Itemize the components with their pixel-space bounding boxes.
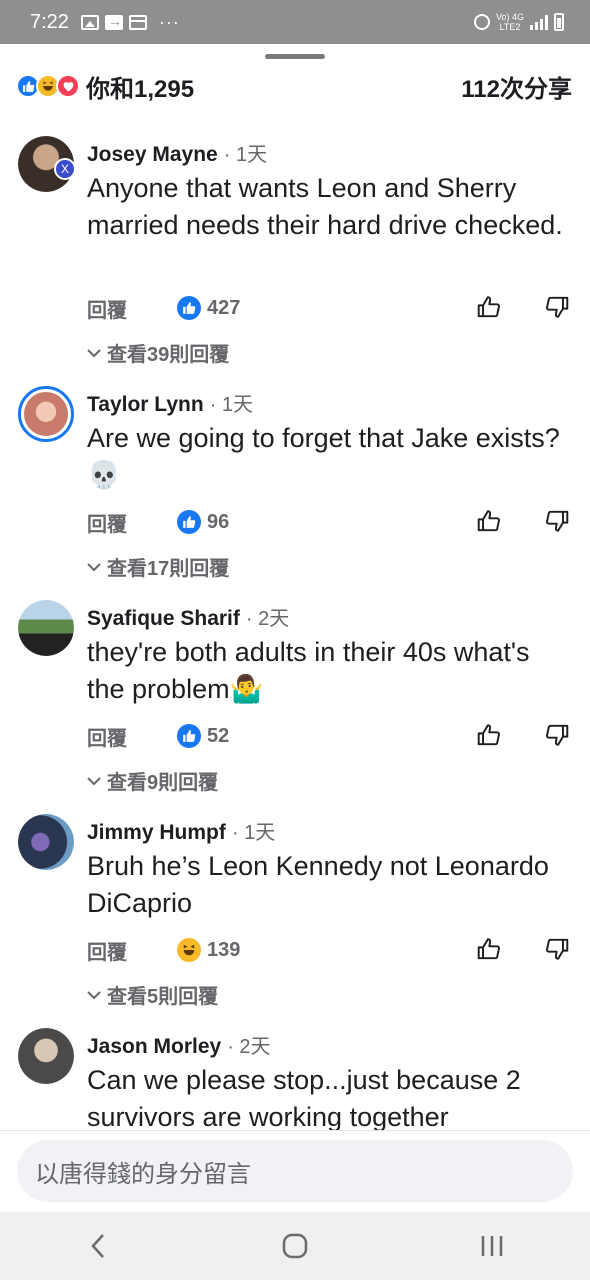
- forward-icon: [104, 13, 123, 30]
- back-icon[interactable]: [68, 1221, 128, 1271]
- calendar-icon: [128, 14, 147, 30]
- like-icon: [177, 724, 201, 748]
- battery-icon: [554, 13, 564, 31]
- alarm-icon: [473, 14, 490, 30]
- view-replies-button[interactable]: 查看39則回覆: [87, 338, 229, 367]
- comments-list[interactable]: X Josey Mayne · 1天 Anyone that wants Leo…: [0, 118, 590, 1130]
- love-icon: [56, 74, 80, 98]
- comment-reaction-count[interactable]: 52: [177, 724, 229, 748]
- avatar-badge-icon: X: [54, 158, 76, 180]
- system-icons: Vo) 4G LTE2: [473, 12, 564, 32]
- avatar[interactable]: [18, 600, 74, 656]
- signal-icon: [530, 14, 548, 30]
- reaction-count: 52: [207, 724, 230, 747]
- comment-actions: 回覆 427: [87, 293, 572, 323]
- view-replies-button[interactable]: 查看5則回覆: [87, 980, 218, 1009]
- comment-item: Syafique Sharif · 2天 they're both adults…: [0, 582, 590, 796]
- comment-actions: 回覆 139: [87, 935, 572, 965]
- comment-time: · 2天: [227, 1036, 271, 1058]
- comment-text: they're both adults in their 40s what's …: [87, 637, 530, 704]
- comment-header: Josey Mayne · 1天: [87, 138, 267, 167]
- comment-header: Taylor Lynn · 1天: [87, 388, 253, 417]
- notification-icons: [80, 13, 147, 30]
- reaction-icons: [16, 74, 80, 98]
- gallery-icon: [80, 14, 99, 30]
- thumbs-up-icon[interactable]: [476, 294, 504, 322]
- comment-text: Can we please stop...just because 2 surv…: [87, 1065, 521, 1130]
- comment-header: Jimmy Humpf · 1天: [87, 816, 275, 845]
- comment-actions: 回覆 52: [87, 721, 572, 751]
- reply-button[interactable]: 回覆: [87, 936, 177, 965]
- reaction-count: 427: [207, 296, 241, 319]
- thumbs-down-icon[interactable]: [544, 936, 572, 964]
- comment-time: · 1天: [223, 144, 268, 166]
- view-replies-button[interactable]: 查看17則回覆: [87, 552, 229, 581]
- network-type-text: Vo) 4G: [495, 12, 524, 22]
- more-notifications-icon: ···: [158, 11, 180, 32]
- commenter-name[interactable]: Jason Morley: [87, 1035, 221, 1059]
- thumbs-down-icon[interactable]: [544, 508, 572, 536]
- comment-text: Bruh he’s Leon Kennedy not Leonardo DiCa…: [87, 851, 549, 918]
- reply-button[interactable]: 回覆: [87, 722, 177, 751]
- comment-reaction-count[interactable]: 139: [177, 938, 240, 962]
- view-replies-label: 查看9則回覆: [107, 772, 219, 794]
- chevron-down-icon: [87, 776, 101, 785]
- comment-item: Jason Morley · 2天 Can we please stop...j…: [0, 1010, 590, 1130]
- comment-input-placeholder: 以唐得錢的身分留言: [35, 1160, 251, 1188]
- view-replies-button[interactable]: 查看9則回覆: [87, 766, 218, 795]
- recent-apps-icon[interactable]: [462, 1221, 522, 1271]
- view-replies-label: 查看5則回覆: [107, 986, 219, 1008]
- haha-icon: [177, 938, 201, 962]
- comment-input[interactable]: 以唐得錢的身分留言: [17, 1140, 573, 1202]
- sheet-drag-handle[interactable]: [265, 54, 325, 59]
- commenter-name[interactable]: Syafique Sharif: [87, 607, 240, 631]
- thumbs-up-icon[interactable]: [476, 508, 504, 536]
- thumbs-down-icon[interactable]: [544, 722, 572, 750]
- network-indicator: Vo) 4G LTE2: [496, 12, 524, 32]
- reaction-count: 96: [207, 510, 230, 533]
- status-bar: 7:22 ··· Vo) 4G LTE2: [0, 0, 590, 44]
- status-time: 7:22: [30, 10, 69, 33]
- view-replies-label: 查看17則回覆: [107, 558, 230, 580]
- chevron-down-icon: [87, 562, 101, 571]
- avatar[interactable]: [18, 1028, 74, 1084]
- comment-actions: 回覆 96: [87, 507, 572, 537]
- thumbs-down-icon[interactable]: [544, 294, 572, 322]
- comment-time: · 1天: [209, 394, 254, 416]
- commenter-name[interactable]: Jimmy Humpf: [87, 821, 226, 845]
- like-icon: [177, 510, 201, 534]
- share-count[interactable]: 112次分享: [461, 69, 572, 104]
- chevron-down-icon: [87, 348, 101, 357]
- thumbs-up-icon[interactable]: [476, 722, 504, 750]
- comment-time: · 2天: [245, 608, 290, 630]
- commenter-name[interactable]: Josey Mayne: [87, 143, 218, 167]
- comment-item: Jimmy Humpf · 1天 Bruh he’s Leon Kennedy …: [0, 796, 590, 1010]
- comment-time: · 1天: [231, 822, 276, 844]
- comment-item: X Josey Mayne · 1天 Anyone that wants Leo…: [0, 118, 590, 368]
- reply-button[interactable]: 回覆: [87, 294, 177, 323]
- avatar[interactable]: [18, 386, 74, 442]
- reactions-summary[interactable]: 你和1,295 112次分享: [16, 68, 572, 104]
- comment-text: Anyone that wants Leon and Sherry marrie…: [87, 173, 563, 240]
- divider: [0, 1130, 590, 1131]
- avatar[interactable]: [18, 814, 74, 870]
- comment-header: Jason Morley · 2天: [87, 1030, 271, 1059]
- view-replies-label: 查看39則回覆: [107, 344, 230, 366]
- network-lte-text: LTE2: [499, 22, 521, 32]
- comment-header: Syafique Sharif · 2天: [87, 602, 289, 631]
- home-icon[interactable]: [265, 1221, 325, 1271]
- comment-item: Taylor Lynn · 1天 Are we going to forget …: [0, 368, 590, 582]
- reaction-count: 139: [207, 938, 241, 961]
- commenter-name[interactable]: Taylor Lynn: [87, 393, 204, 417]
- thumbs-up-icon[interactable]: [476, 936, 504, 964]
- comment-reaction-count[interactable]: 96: [177, 510, 229, 534]
- like-icon: [177, 296, 201, 320]
- reaction-count-text: 你和1,295: [86, 75, 195, 103]
- comment-reaction-count[interactable]: 427: [177, 296, 240, 320]
- reply-button[interactable]: 回覆: [87, 508, 177, 537]
- system-navigation-bar: [0, 1212, 590, 1280]
- comment-text: Are we going to forget that Jake exists?…: [87, 423, 560, 490]
- chevron-down-icon: [87, 990, 101, 999]
